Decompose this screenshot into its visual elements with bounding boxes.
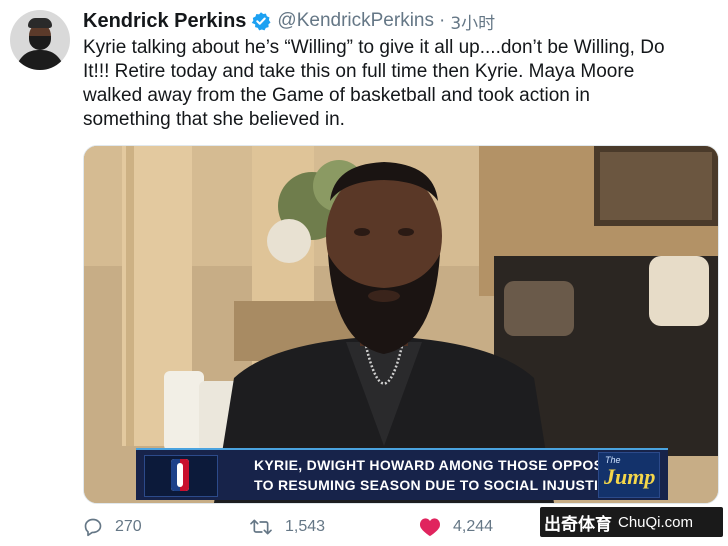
reply-count: 270 [115,518,142,535]
header-separator: · [439,10,446,31]
tweet-text-line: Kyrie talking about he’s “Willing” to gi… [83,37,665,58]
site-watermark: 出奇体育 ChuQi.com [540,507,723,537]
retweet-icon [250,519,272,535]
like-count: 4,244 [453,518,494,535]
nba-logo-box [144,455,218,497]
tweet-text: Kyrie talking about he’s “Willing” to gi… [83,36,718,132]
author-handle[interactable]: @KendrickPerkins [277,10,434,32]
avatar-hair [28,18,52,28]
author-name[interactable]: Kendrick Perkins [83,10,246,33]
video-media[interactable]: KYRIE, DWIGHT HOWARD AMONG THOSE OPPOSED… [83,145,719,504]
watermark-chinese-text: 出奇体育 [544,514,612,535]
tweet-text-line: walked away from the Game of basketball … [83,85,590,106]
news-ticker: KYRIE, DWIGHT HOWARD AMONG THOSE OPPOSED… [254,455,624,495]
retweet-button[interactable]: 1,543 [249,512,325,542]
tweet-text-line: something that she believed in. [83,109,345,130]
verified-badge-icon [251,11,271,31]
tweet-text-line: It!!! Retire today and take this on full… [83,61,635,82]
reply-icon [84,518,102,537]
avatar[interactable] [10,10,70,70]
reply-button[interactable]: 270 [83,512,142,542]
avatar-beard [29,36,51,50]
tweet-header: Kendrick Perkins @KendrickPerkins · 3小时 [83,8,495,34]
avatar-body [16,50,64,70]
retweet-count: 1,543 [285,518,326,535]
watermark-site-text: ChuQi.com [618,513,694,531]
ticker-line-1: KYRIE, DWIGHT HOWARD AMONG THOSE OPPOSED [254,457,624,473]
nba-logo-icon [171,459,189,491]
the-jump-text: Jump [604,464,656,489]
heart-icon [419,518,441,537]
news-lower-third: KYRIE, DWIGHT HOWARD AMONG THOSE OPPOSED… [136,448,668,500]
ticker-line-2: TO RESUMING SEASON DUE TO SOCIAL INJUSTI… [254,477,619,493]
like-button[interactable]: 4,244 [419,512,493,542]
tweet-timestamp[interactable]: 3小时 [450,9,495,34]
the-jump-logo: The Jump [598,452,660,498]
